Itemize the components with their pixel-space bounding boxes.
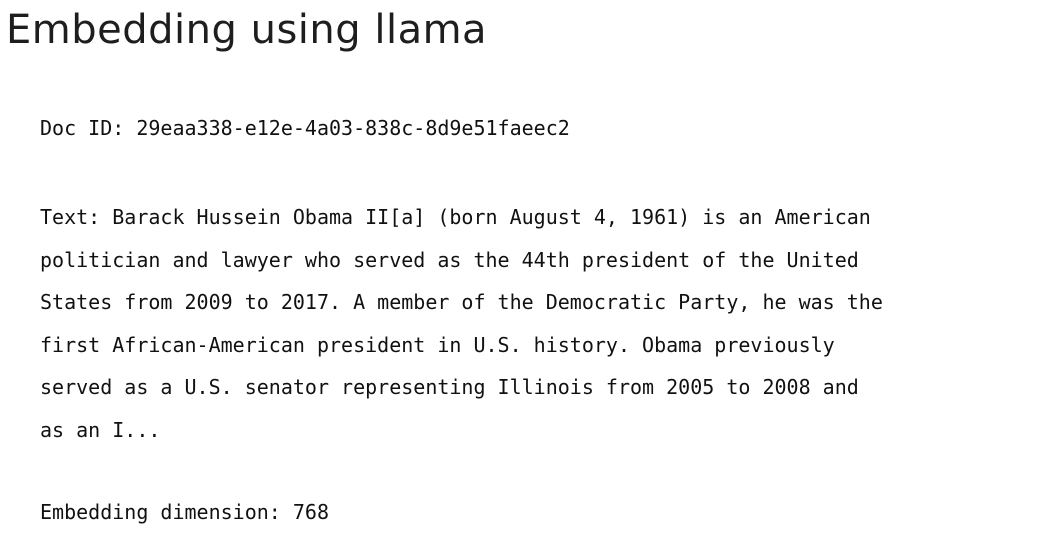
embedding-dimension-line: Embedding dimension: 768 — [40, 500, 329, 524]
cell-output: Doc ID: 29eaa338-e12e-4a03-838c-8d9e51fa… — [40, 108, 1030, 524]
page-title: Embedding using llama — [6, 7, 488, 53]
document-text: Text: Barack Hussein Obama II[a] (born A… — [40, 205, 883, 442]
doc-id-line: Doc ID: 29eaa338-e12e-4a03-838c-8d9e51fa… — [40, 116, 570, 140]
